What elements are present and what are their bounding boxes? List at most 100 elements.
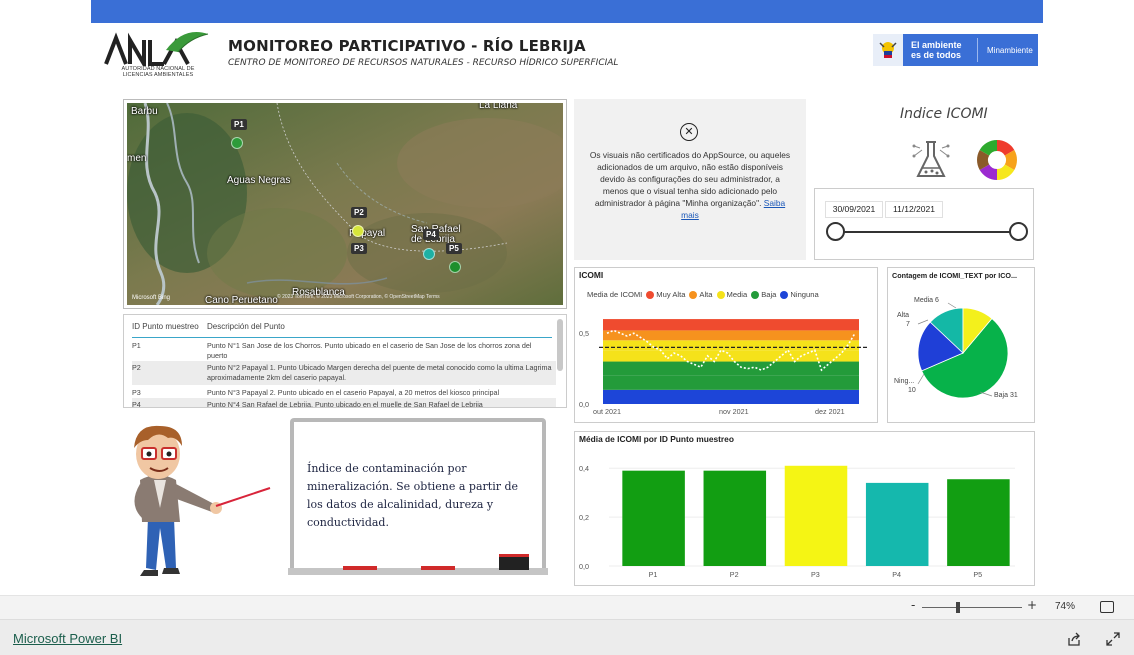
table-row[interactable]: P3 Punto N°3 Papayal 2. Punto ubicado en… [132,386,556,398]
table-scrollbar[interactable] [557,319,563,371]
y-tick-label: 0,0 [579,400,589,409]
government-badge[interactable]: El ambiente es de todos Minambiente [873,34,1038,66]
flask-icon [910,138,952,182]
x-tick-label: P4 [892,570,901,579]
y-tick-label: 0,2 [579,513,589,522]
y-tick-label: 0,0 [579,562,589,571]
bottom-bar: Microsoft Power BI [0,619,1134,655]
pie-label-ninguna: Ning... [894,378,915,385]
pie-label-alta-count: 7 [906,321,910,328]
date-range-slicer[interactable]: 30/09/2021 11/12/2021 [814,188,1034,260]
risk-band [603,340,859,351]
slider-track[interactable] [835,231,1018,233]
map-pin-label[interactable]: P1 [231,119,247,130]
slider-end-handle[interactable] [1008,222,1028,241]
pie-leader-line [917,319,929,325]
x-tick-label: nov 2021 [719,407,749,416]
message-text: Os visuais não certificados do AppSource… [589,150,791,208]
x-tick-label: dez 2021 [815,407,845,416]
colombia-seal-icon [873,34,903,66]
start-date-input[interactable]: 30/09/2021 [825,201,883,218]
uncertified-visual-message: ✕ Os visuais não certificados do AppSour… [574,99,806,260]
table-cell-id: P2 [132,363,141,372]
x-tick-label: P1 [649,570,658,579]
x-tick-label: P2 [730,570,739,579]
map-pin-label[interactable]: P3 [351,243,367,254]
icomi-line-chart[interactable]: ICOMI Media de ICOMI Muy Alta Alta Media… [574,267,878,423]
map-pin-label[interactable]: P5 [446,243,462,254]
zoom-slider-track[interactable] [922,607,1022,608]
bar-chart-plot[interactable]: 0,0 0,2 0,4 P1 P2 P3 P4 P5 [575,432,1034,585]
gov-slogan-line1: El ambiente [911,40,962,50]
column-header[interactable]: Descripción del Punto [207,322,285,331]
table-row[interactable]: P1 Punto N°1 San Jose de los Chorros. Pu… [132,339,556,361]
slider-start-handle[interactable] [825,222,845,241]
map-pin-p5[interactable] [449,261,461,273]
icomi-bar-chart[interactable]: Média de ICOMI por ID Punto muestreo 0,0… [574,431,1035,586]
bar-p3 [784,465,848,566]
icomi-pie-chart[interactable]: Contagem de ICOMI_TEXT por ICO... Media … [887,267,1035,423]
map-place-label: San Rafael de Lebrija [411,224,461,245]
power-bi-link[interactable]: Microsoft Power BI [13,631,122,646]
map-pin-p2[interactable] [352,225,364,237]
color-ring-icon [976,139,1018,181]
message-body: Os visuais não certificados do AppSource… [588,149,792,221]
table-row[interactable]: P4 Punto N°4 San Rafael de Lebrija. Punt… [132,398,556,408]
x-tick-label: P3 [811,570,820,579]
whiteboard: Índice de contaminación por mineralizaci… [288,416,548,577]
zoom-bar: - + 74% [0,595,1134,619]
end-date-input[interactable]: 11/12/2021 [885,201,943,218]
risk-band [603,330,859,341]
zoom-slider-handle[interactable] [956,602,960,613]
map-place-label: Aguas Negras [227,175,291,186]
share-icon[interactable] [1067,631,1081,646]
pie-label-alta: Alta [897,312,910,319]
bar-p1 [622,470,685,566]
fit-to-page-icon[interactable] [1100,601,1114,613]
gov-slogan: El ambiente es de todos [903,40,977,60]
map-pin-label[interactable]: P4 [423,229,439,240]
gov-ministry: Minambiente [987,45,1033,55]
map-copyright[interactable]: © 2023 TomTom, © 2023 Microsoft Corporat… [277,294,440,300]
zoom-out-button[interactable]: - [911,598,915,612]
y-tick-label: 0,5 [579,329,589,338]
satellite-map[interactable]: Barbu La Llana men Aguas Negras Papayal … [127,103,563,305]
bing-attribution: Microsoft Bing [132,295,171,301]
table-header: ID Punto muestreo Descripción del Punto [132,322,552,338]
map-pin-label[interactable]: P2 [351,207,367,218]
line-chart-plot[interactable]: 0,0 0,5 out 2021 nov 2021 dez 2021 [575,268,877,422]
map-pin-p4[interactable] [423,248,435,260]
column-header[interactable]: ID Punto muestreo [132,322,199,331]
whiteboard-text: Índice de contaminación por mineralizaci… [307,462,519,529]
logo-caption: AUTORIDAD NACIONAL DE LICENCIAS AMBIENTA… [121,66,195,78]
y-tick-label: 0,4 [579,464,589,473]
table-cell-description: Punto N°4 San Rafael de Lebrija. Punto u… [207,400,483,408]
gov-slogan-line2: es de todos [911,50,962,60]
table-cell-description: Punto N°1 San Jose de los Chorros. Punto… [207,341,532,360]
anla-logo-mark [104,32,209,72]
risk-band [603,350,859,362]
fullscreen-icon[interactable] [1106,631,1120,646]
bar-p2 [703,470,767,566]
table-row[interactable]: P2 Punto N°2 Papayal 1. Punto Ubicado Ma… [132,361,556,385]
table-cell-id: P4 [132,400,141,408]
map-place-label: La Llana [479,103,518,111]
top-accent-bar [91,0,1043,23]
risk-band [603,361,859,376]
table-cell-id: P3 [132,388,141,397]
table-cell-description: Punto N°3 Papayal 2. Punto ubicado en el… [207,388,500,397]
pie-label-baja: Baja 31 [994,392,1018,399]
points-table[interactable]: ID Punto muestreo Descripción del Punto … [123,314,567,408]
table-cell-description: Punto N°2 Papayal 1. Punto Ubicado Marge… [207,363,552,382]
risk-band [603,375,859,390]
pie-label-ninguna-count: 10 [908,387,916,394]
pie-leader-line [917,373,925,385]
x-tick-label: out 2021 [593,407,621,416]
table-cell-id: P1 [132,341,141,350]
map-place-label: men [127,153,147,164]
zoom-in-button[interactable]: + [1027,598,1037,612]
map-visual[interactable]: Barbu La Llana men Aguas Negras Papayal … [123,99,567,309]
satellite-imagery [127,103,563,305]
close-circle-icon: ✕ [680,123,698,141]
map-pin-p1[interactable] [231,137,243,149]
